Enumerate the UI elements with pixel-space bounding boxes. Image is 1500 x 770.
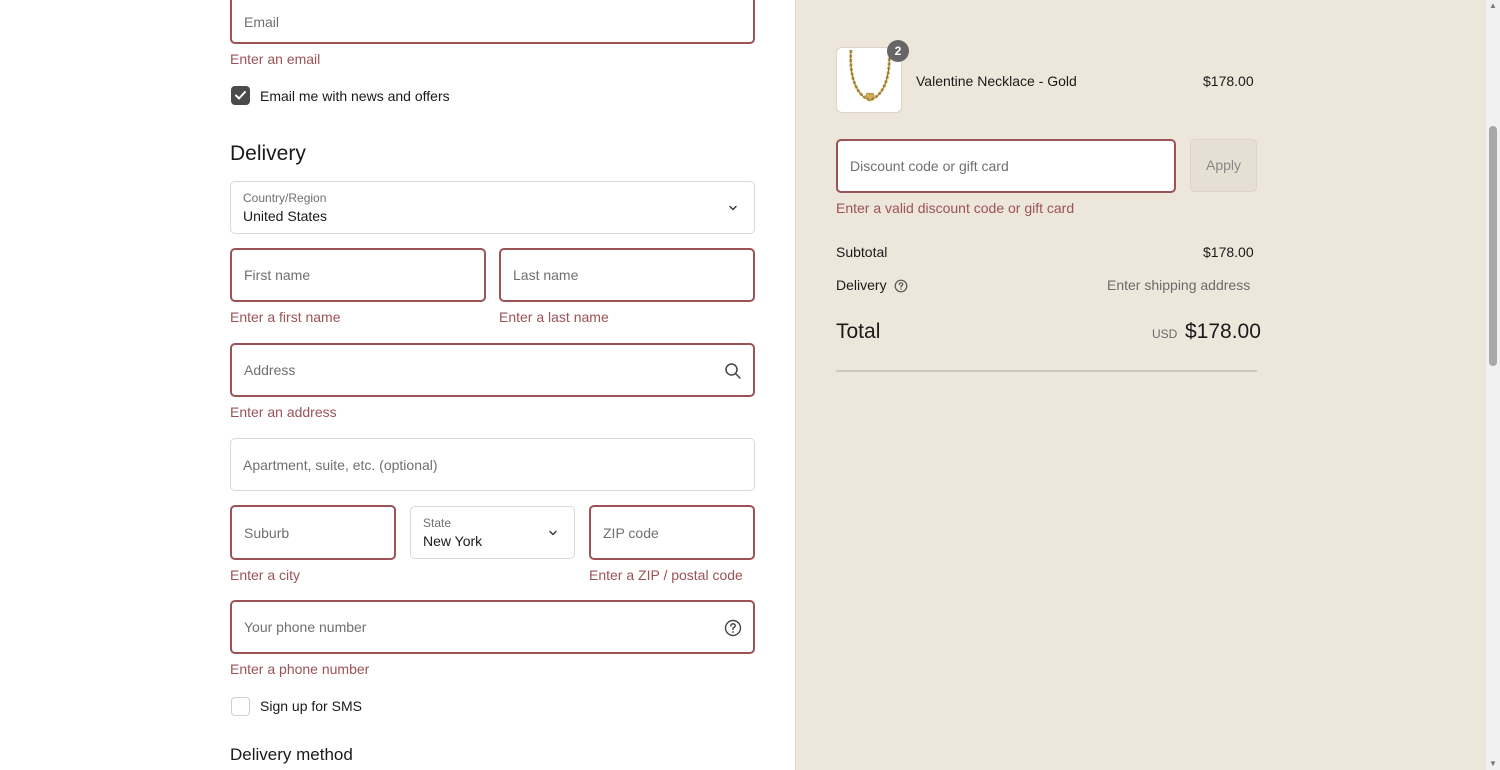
discount-input[interactable]: Discount code or gift card bbox=[836, 139, 1176, 193]
currency-code: USD bbox=[1152, 327, 1178, 341]
news-label[interactable]: Email me with news and offers bbox=[260, 88, 450, 104]
page-scrollbar[interactable]: ▲ ▼ bbox=[1486, 0, 1500, 770]
email-input[interactable]: Email bbox=[230, 0, 755, 44]
checkout-form-pane: Email Enter an email Email me with news … bbox=[0, 0, 795, 770]
zip-input[interactable]: ZIP code bbox=[589, 505, 755, 560]
help-icon[interactable] bbox=[894, 279, 908, 293]
country-value: United States bbox=[243, 208, 328, 224]
sms-label[interactable]: Sign up for SMS bbox=[260, 698, 362, 714]
first-name-error: Enter a first name bbox=[230, 309, 341, 325]
summary-divider bbox=[836, 370, 1257, 372]
delivery-heading: Delivery bbox=[230, 142, 306, 165]
state-value: New York bbox=[423, 533, 483, 549]
product-price: $178.00 bbox=[1203, 73, 1254, 89]
zip-error: Enter a ZIP / postal code bbox=[589, 567, 743, 583]
first-name-input[interactable]: First name bbox=[230, 248, 486, 302]
delivery-method-heading: Delivery method bbox=[230, 745, 353, 764]
last-name-input[interactable]: Last name bbox=[499, 248, 755, 302]
address-placeholder: Address bbox=[244, 362, 296, 378]
apartment-placeholder: Apartment, suite, etc. (optional) bbox=[243, 456, 438, 473]
order-summary-pane: 2 Valentine Necklace - Gold $178.00 Disc… bbox=[795, 0, 1486, 770]
delivery-value: Enter shipping address bbox=[1107, 277, 1251, 293]
quantity-badge: 2 bbox=[887, 40, 909, 62]
sms-checkbox[interactable] bbox=[231, 697, 250, 716]
subtotal-label: Subtotal bbox=[836, 244, 888, 260]
delivery-label: Delivery bbox=[836, 277, 887, 293]
checkmark-icon bbox=[235, 91, 246, 100]
scroll-down-arrow[interactable]: ▼ bbox=[1486, 758, 1500, 770]
email-error: Enter an email bbox=[230, 51, 321, 67]
address-input[interactable]: Address bbox=[230, 343, 755, 397]
first-name-placeholder: First name bbox=[244, 267, 311, 283]
scrollbar-thumb[interactable] bbox=[1489, 126, 1497, 366]
subtotal-value: $178.00 bbox=[1203, 244, 1254, 260]
email-placeholder: Email bbox=[244, 14, 280, 30]
last-name-placeholder: Last name bbox=[513, 267, 579, 283]
city-error: Enter a city bbox=[230, 567, 301, 583]
phone-placeholder: Your phone number bbox=[244, 619, 367, 635]
apply-button[interactable]: Apply bbox=[1190, 139, 1257, 192]
chevron-down-icon bbox=[729, 205, 737, 211]
total-label: Total bbox=[836, 320, 881, 343]
discount-error: Enter a valid discount code or gift card bbox=[836, 200, 1075, 216]
city-placeholder: Suburb bbox=[244, 524, 290, 541]
country-label: Country/Region bbox=[243, 191, 327, 205]
country-select[interactable]: Country/Region United States bbox=[230, 181, 755, 234]
apartment-input[interactable]: Apartment, suite, etc. (optional) bbox=[230, 438, 755, 491]
city-input[interactable]: Suburb bbox=[230, 505, 396, 560]
last-name-error: Enter a last name bbox=[499, 309, 609, 325]
total-value: $178.00 bbox=[1185, 320, 1261, 343]
zip-placeholder: ZIP code bbox=[603, 524, 659, 541]
chevron-down-icon bbox=[549, 530, 557, 536]
phone-input[interactable]: Your phone number bbox=[230, 600, 755, 654]
product-name: Valentine Necklace - Gold bbox=[916, 73, 1077, 89]
search-icon[interactable] bbox=[724, 362, 742, 380]
help-icon[interactable] bbox=[724, 619, 742, 637]
address-error: Enter an address bbox=[230, 404, 337, 420]
news-checkbox[interactable] bbox=[231, 86, 250, 105]
discount-placeholder: Discount code or gift card bbox=[850, 158, 1009, 174]
state-select[interactable]: State New York bbox=[410, 506, 575, 559]
scroll-up-arrow[interactable]: ▲ bbox=[1486, 0, 1500, 12]
phone-error: Enter a phone number bbox=[230, 661, 370, 677]
state-label: State bbox=[423, 516, 452, 530]
